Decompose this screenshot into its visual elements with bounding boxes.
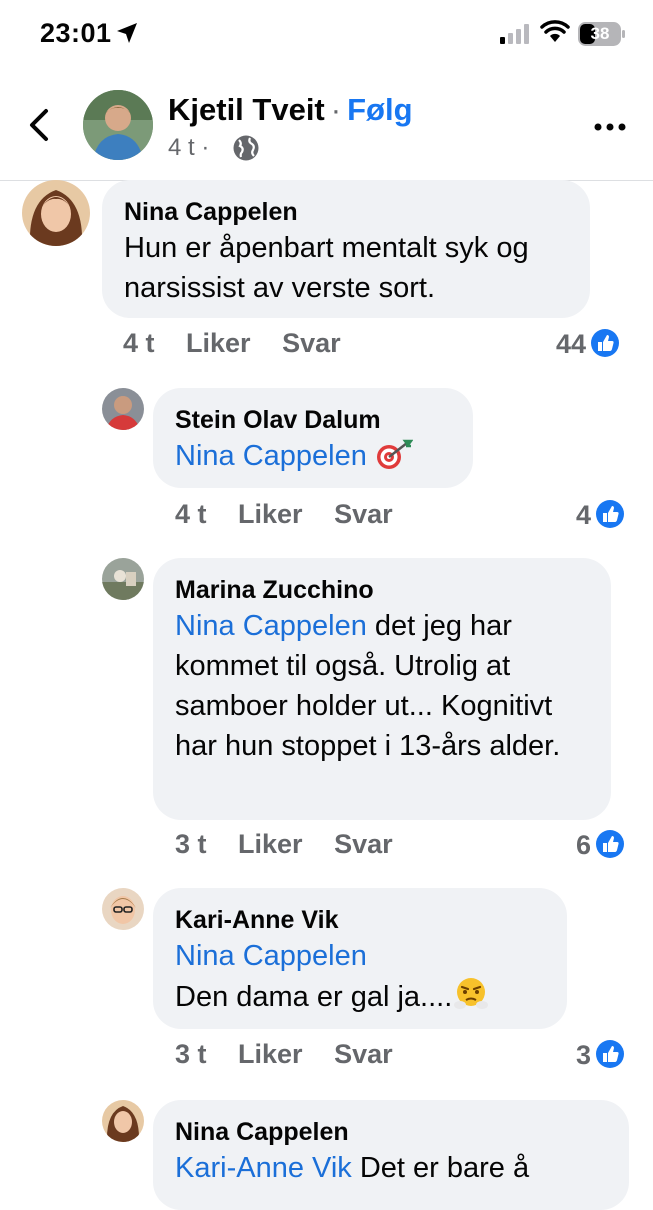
mention-link[interactable]: Kari-Anne Vik <box>175 1152 352 1184</box>
comment-text: Hun er åpenbart mentalt syk og narsissis… <box>124 232 529 304</box>
avatar[interactable] <box>102 558 144 600</box>
comment-author[interactable]: Marina Zucchino <box>175 574 589 606</box>
comment-actions: 3 t Liker Svar <box>175 829 417 860</box>
steam-face-emoji <box>454 978 489 1009</box>
name-separator: · <box>330 92 342 127</box>
reply-button[interactable]: Svar <box>282 328 341 358</box>
comment-author[interactable]: Kari-Anne Vik <box>175 904 545 936</box>
post-meta: 4 t · <box>168 134 210 161</box>
comment-time: 4 t <box>123 328 155 358</box>
comment-author[interactable]: Nina Cappelen <box>175 1116 607 1148</box>
comment-text: Kari-Anne Vik Det er bare å <box>175 1148 607 1188</box>
globe-icon <box>233 135 259 161</box>
reply-button[interactable]: Svar <box>334 829 393 859</box>
reaction-count[interactable]: 3 <box>576 1039 625 1071</box>
follow-button[interactable]: Følg <box>347 92 412 127</box>
comment-body: Det er bare å <box>351 1152 530 1184</box>
comment-bubble: Nina Cappelen Hun er åpenbart mentalt sy… <box>102 180 590 318</box>
comment-text: Nina Cappelen det jeg har kommet til ogs… <box>175 606 589 766</box>
reaction-count[interactable]: 6 <box>576 829 625 861</box>
author-name-row: Kjetil Tveit · Følg <box>168 92 413 128</box>
location-arrow-icon <box>117 23 137 43</box>
comment-text: Den dama er gal ja.... <box>175 976 545 1017</box>
author-avatar[interactable] <box>83 90 153 160</box>
mention-link[interactable]: Nina Cappelen <box>175 940 367 972</box>
comment-author[interactable]: Nina Cappelen <box>124 196 568 228</box>
battery-level: 38 <box>590 24 610 43</box>
avatar[interactable] <box>22 180 90 246</box>
post-header: Kjetil Tveit · Følg 4 t · <box>0 70 653 181</box>
like-thumb-icon <box>596 500 625 528</box>
signal-icon <box>500 24 529 44</box>
comment-bubble: Marina Zucchino Nina Cappelen det jeg ha… <box>153 558 611 820</box>
avatar[interactable] <box>102 888 144 930</box>
comment-actions: 4 t Liker Svar <box>175 499 417 530</box>
comment-actions: 4 t Liker Svar <box>123 328 365 359</box>
reply-button[interactable]: Svar <box>334 1039 393 1069</box>
comment-time: 4 t <box>175 499 207 529</box>
comment-mention-line: Nina Cappelen <box>175 936 545 976</box>
comment-body: Den dama er gal ja.... <box>175 981 453 1013</box>
mention-link[interactable]: Nina Cappelen <box>175 440 367 472</box>
dart-emoji <box>376 439 413 469</box>
comment-bubble: Kari-Anne Vik Nina Cappelen Den dama er … <box>153 888 567 1029</box>
wifi-icon <box>540 20 570 42</box>
avatar[interactable] <box>102 388 144 430</box>
comment-text: Nina Cappelen <box>175 436 451 476</box>
like-thumb-icon <box>591 329 620 357</box>
comment-time: 3 t <box>175 1039 207 1069</box>
comment-actions: 3 t Liker Svar <box>175 1039 417 1070</box>
like-button[interactable]: Liker <box>186 328 251 358</box>
more-dots-icon[interactable] <box>594 122 626 132</box>
mention-link[interactable]: Nina Cappelen <box>175 610 367 642</box>
avatar[interactable] <box>102 1100 144 1142</box>
reaction-number: 44 <box>556 329 587 359</box>
reaction-count[interactable]: 44 <box>556 328 620 360</box>
comment-bubble: Stein Olav Dalum Nina Cappelen <box>153 388 473 488</box>
status-time: 23:01 <box>40 18 112 48</box>
reaction-number: 6 <box>576 830 592 860</box>
like-thumb-icon <box>596 830 625 858</box>
reaction-number: 3 <box>576 1040 592 1070</box>
comment-author[interactable]: Stein Olav Dalum <box>175 404 451 436</box>
like-button[interactable]: Liker <box>238 1039 303 1069</box>
reply-button[interactable]: Svar <box>334 499 393 529</box>
status-bar: 23:01 38 <box>0 0 653 68</box>
like-button[interactable]: Liker <box>238 499 303 529</box>
like-button[interactable]: Liker <box>238 829 303 859</box>
comment-bubble: Nina Cappelen Kari-Anne Vik Det er bare … <box>153 1100 629 1210</box>
comment-time: 3 t <box>175 829 207 859</box>
like-thumb-icon <box>596 1040 625 1068</box>
reaction-number: 4 <box>576 500 592 530</box>
back-chevron-icon[interactable] <box>26 108 52 142</box>
author-name[interactable]: Kjetil Tveit <box>168 92 325 127</box>
reaction-count[interactable]: 4 <box>576 499 625 531</box>
